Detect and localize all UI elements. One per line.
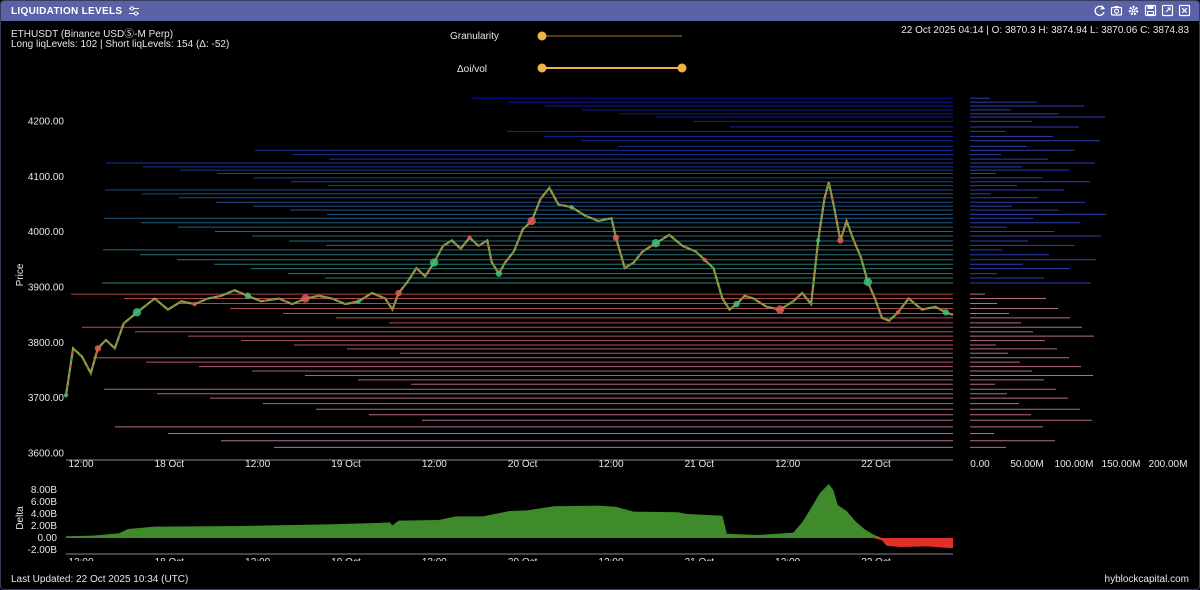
liq-bubble (942, 309, 950, 316)
delta-positive-area (66, 484, 953, 538)
price-x-tick: 12:00 (68, 459, 93, 470)
oi-vol-slider-handle-max[interactable] (677, 63, 687, 73)
delta-negative-area (66, 538, 953, 549)
liq-bubble (356, 299, 361, 304)
delta-y-tick: 6.00B (31, 497, 57, 508)
liq-bubble (192, 301, 197, 307)
price-y-tick: 4000.00 (28, 227, 65, 238)
price-x-tick: 18 Oct (155, 459, 185, 470)
liq-bubble (495, 270, 503, 277)
delta-y-tick: 4.00B (31, 509, 57, 520)
delta-x-tick: 21 Oct (685, 557, 715, 561)
delta-y-tick: 2.00B (31, 521, 57, 532)
liq-bubble (244, 292, 252, 299)
price-y-axis: 4200.00 4100.00 4000.00 3900.00 3800.00 3700.… (28, 116, 65, 459)
liq-bubble (429, 258, 439, 267)
price-x-tick: 12:00 (422, 459, 447, 470)
profile-x-axis: 0.00 50.00M 100.00M 150.00M 200.00M (970, 459, 1187, 470)
liq-bubble (63, 393, 69, 398)
profile-x-tick: 150.00M (1102, 459, 1141, 470)
liq-bubble (702, 257, 707, 262)
liquidation-bubbles-layer (63, 205, 950, 398)
liq-bubble (569, 205, 574, 210)
delta-x-axis: 12:00 18 Oct 12:00 19 Oct 12:00 20 Oct 12:00 21… (66, 553, 953, 561)
delta-x-tick: 12:00 (422, 557, 447, 561)
price-x-tick: 12:00 (598, 459, 623, 470)
liq-bubble (895, 310, 901, 315)
price-x-tick: 19 Oct (331, 459, 361, 470)
delta-x-tick: 12:00 (598, 557, 623, 561)
price-x-tick: 20 Oct (508, 459, 538, 470)
price-x-tick: 12:00 (775, 459, 800, 470)
liq-bubble (651, 238, 661, 248)
granularity-slider-handle[interactable] (537, 31, 547, 41)
delta-x-tick: 22 Oct (861, 557, 891, 561)
profile-x-tick: 50.00M (1010, 459, 1043, 470)
profile-x-tick: 0.00 (970, 459, 990, 470)
price-x-tick: 12:00 (245, 459, 270, 470)
slider-controls (537, 31, 687, 73)
price-y-tick: 4100.00 (28, 172, 65, 183)
price-x-tick: 22 Oct (861, 459, 891, 470)
profile-x-tick: 200.00M (1149, 459, 1188, 470)
delta-chart[interactable] (66, 484, 953, 549)
delta-y-tick: 8.00B (31, 485, 57, 496)
delta-y-axis: 8.00B6.00B4.00B2.00B0.00-2.00B (28, 485, 58, 556)
liq-bubble (733, 300, 740, 308)
brand-link[interactable]: hyblockcapital.com (1105, 574, 1189, 585)
delta-x-tick: 19 Oct (331, 557, 361, 561)
price-chart[interactable]: 4200.00 4100.00 4000.00 3900.00 3800.00 3700.… (1, 91, 1199, 561)
last-updated: Last Updated: 22 Oct 2025 10:34 (UTC) (11, 574, 189, 585)
delta-axis-title: Delta (15, 506, 26, 530)
delta-x-tick: 12:00 (68, 557, 93, 561)
volume-profile-layer (970, 97, 1106, 448)
price-y-tick: 3800.00 (28, 338, 65, 349)
liq-bubble (863, 277, 873, 287)
delta-x-tick: 18 Oct (155, 557, 185, 561)
delta-x-tick: 20 Oct (508, 557, 538, 561)
price-axis-title: Price (15, 263, 26, 286)
delta-x-tick: 12:00 (245, 557, 270, 561)
liquidation-levels-layer (71, 97, 953, 448)
oi-vol-slider-handle-min[interactable] (537, 63, 547, 73)
liq-bubble (527, 216, 536, 226)
delta-y-tick: 0.00 (38, 533, 58, 544)
liq-bubble (132, 308, 142, 317)
price-y-tick: 4200.00 (28, 116, 65, 127)
price-y-tick: 3600.00 (28, 448, 65, 459)
liq-bubble (815, 238, 821, 243)
liq-bubble (775, 305, 785, 314)
price-x-axis: 12:00 18 Oct 12:00 19 Oct 12:00 20 Oct 12:00 21… (66, 459, 953, 470)
profile-x-tick: 100.00M (1055, 459, 1094, 470)
liq-bubble (301, 294, 310, 303)
delta-y-tick: -2.00B (28, 545, 58, 556)
liq-bubble (467, 235, 472, 240)
delta-x-tick: 12:00 (775, 557, 800, 561)
liq-bubble (837, 237, 844, 244)
liq-bubble (94, 345, 102, 352)
price-y-tick: 3700.00 (28, 393, 65, 404)
price-x-tick: 21 Oct (685, 459, 715, 470)
price-y-tick: 3900.00 (28, 282, 65, 293)
liq-bubble (612, 234, 620, 241)
liquidation-levels-panel: LIQUIDATION LEVELS ETHUSDT (Binance USDⓈ… (0, 0, 1200, 590)
liq-bubble (395, 289, 402, 297)
